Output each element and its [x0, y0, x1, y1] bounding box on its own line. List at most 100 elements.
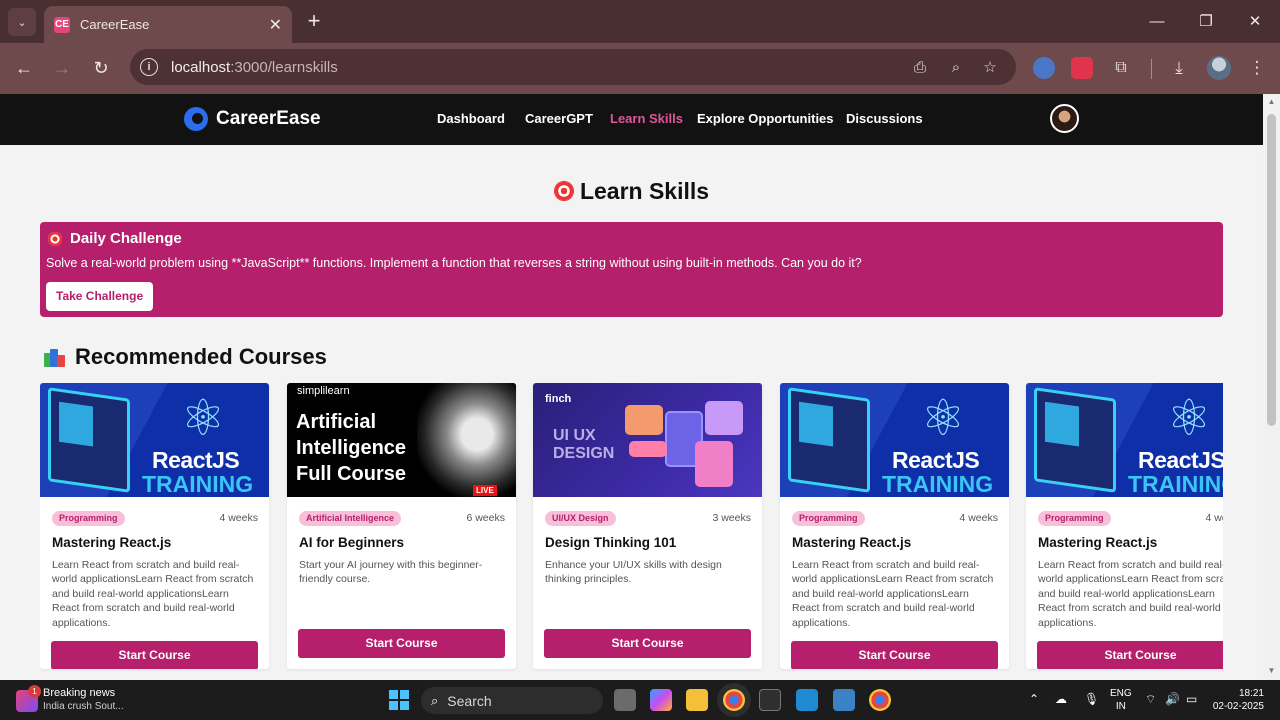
daily-challenge-card: Daily Challenge Solve a real-world probl… — [40, 222, 1223, 317]
tab-title: CareerEase — [80, 17, 150, 32]
tab-search-button[interactable]: ⌄ — [8, 8, 36, 36]
download-icon[interactable]: ⤓ — [1168, 57, 1190, 79]
course-description: Start your AI journey with this beginner… — [299, 559, 483, 586]
notepad-icon[interactable] — [833, 689, 855, 711]
url-text[interactable]: localhost:3000/learnskills — [171, 59, 338, 76]
course-title: Mastering React.js — [1038, 535, 1158, 550]
window-close-button[interactable]: ✕ — [1238, 8, 1272, 36]
new-tab-button[interactable]: + — [302, 10, 326, 34]
nav-explore-opportunities[interactable]: Explore Opportunities — [697, 111, 834, 126]
thumbnail-brand: finch — [545, 393, 572, 405]
course-description: Enhance your UI/UX skills with design th… — [545, 559, 722, 586]
nav-careergpt[interactable]: CareerGPT — [525, 111, 593, 126]
extension-icon[interactable] — [1071, 57, 1093, 79]
puzzle-icon[interactable]: ⧉ — [1110, 57, 1132, 79]
kebab-menu-icon[interactable]: ⋮ — [1246, 57, 1268, 79]
terminal-icon[interactable] — [759, 689, 781, 711]
news-title[interactable]: Breaking news — [43, 687, 115, 699]
page-scrollbar[interactable]: ▲ ▼ — [1263, 94, 1280, 680]
scroll-down-icon[interactable]: ▼ — [1267, 666, 1276, 675]
user-avatar[interactable] — [1050, 104, 1079, 133]
browser-tab-bar: ⌄ CE CareerEase ✕ + — ❐ ✕ — [0, 0, 1280, 43]
volume-icon[interactable]: 🔊 — [1165, 692, 1180, 706]
target-icon — [553, 181, 574, 201]
course-card: ⚛ ReactJS TRAINING Programming 4 weeks M… — [1026, 383, 1223, 669]
react-logo-icon: ⚛ — [1166, 390, 1212, 446]
back-button[interactable]: ← — [11, 55, 37, 81]
address-bar[interactable]: i localhost:3000/learnskills ⎙ ⌕ ☆ — [130, 49, 1016, 85]
course-duration: 4 weeks — [959, 512, 998, 524]
star-icon[interactable]: ☆ — [980, 58, 1000, 78]
course-card: ⚛ ReactJS TRAINING Programming 4 weeks M… — [40, 383, 269, 669]
start-course-button[interactable]: Start Course — [298, 629, 505, 658]
react-logo-icon: ⚛ — [180, 390, 226, 446]
scrollbar-thumb[interactable] — [1267, 114, 1276, 426]
course-description: Learn React from scratch and build real-… — [1038, 559, 1223, 629]
arrow-left-icon: ← — [15, 58, 33, 78]
course-title: AI for Beginners — [299, 535, 405, 550]
monitor-illustration — [788, 387, 870, 493]
take-challenge-button[interactable]: Take Challenge — [46, 282, 154, 311]
file-explorer-icon[interactable] — [686, 689, 708, 711]
thumbnail-title: ReactJS — [1138, 447, 1223, 473]
chrome-icon[interactable] — [723, 689, 745, 711]
page-title: Learn Skills — [0, 178, 1263, 205]
thumbnail-brand: simplilearn — [297, 385, 350, 397]
ui-card-illustration — [695, 441, 733, 487]
nav-dashboard[interactable]: Dashboard — [437, 111, 505, 126]
thumbnail-subtitle: TRAINING — [1128, 471, 1223, 497]
forward-button[interactable]: → — [49, 55, 75, 81]
system-clock[interactable]: 18:21 02-02-2025 — [1208, 687, 1264, 713]
info-icon[interactable]: i — [140, 58, 158, 76]
zoom-icon[interactable]: ⌕ — [946, 58, 966, 78]
course-card-body: Programming 4 weeks Mastering React.js L… — [40, 497, 269, 669]
install-app-icon[interactable]: ⎙ — [910, 58, 930, 78]
favicon-icon: CE — [54, 16, 70, 33]
news-subtitle[interactable]: India crush Sout... — [43, 701, 124, 712]
battery-icon[interactable]: ▭ — [1186, 692, 1197, 706]
app-navbar: CareerEase Dashboard CareerGPT Learn Ski… — [0, 94, 1263, 145]
reload-button[interactable]: ↻ — [88, 55, 114, 81]
copilot-icon[interactable] — [650, 689, 672, 711]
chevron-down-icon: ⌄ — [17, 16, 27, 29]
scroll-up-icon[interactable]: ▲ — [1267, 97, 1276, 106]
extension-icon[interactable] — [1033, 57, 1055, 79]
browser-tab[interactable]: CE CareerEase ✕ — [44, 6, 292, 43]
language-indicator[interactable]: ENG IN — [1110, 687, 1132, 713]
start-course-button[interactable]: Start Course — [791, 641, 998, 669]
close-icon[interactable]: ✕ — [269, 15, 282, 35]
challenge-heading: Daily Challenge — [48, 230, 182, 247]
chevron-up-icon[interactable]: ⌃ — [1029, 692, 1039, 706]
url-host: localhost — [171, 58, 231, 76]
taskbar-search[interactable]: ⌕ Search — [421, 687, 603, 714]
restore-button[interactable]: ❐ — [1189, 8, 1223, 36]
nav-discussions[interactable]: Discussions — [846, 111, 923, 126]
start-course-button[interactable]: Start Course — [1037, 641, 1223, 669]
monitor-illustration — [48, 387, 130, 493]
course-title: Mastering React.js — [792, 535, 912, 550]
search-icon: ⌕ — [431, 692, 439, 708]
microphone-icon[interactable]: 🎙 — [1084, 692, 1099, 706]
notification-badge: 1 — [28, 685, 41, 698]
course-card: simplilearn Artificial Intelligence Full… — [287, 383, 516, 669]
minimize-button[interactable]: — — [1140, 8, 1174, 36]
logo-icon — [184, 107, 208, 131]
robot-head-illustration — [417, 383, 516, 497]
thumbnail-title: ReactJS — [892, 447, 980, 473]
ui-card-illustration — [625, 405, 663, 435]
brand[interactable]: CareerEase — [184, 107, 321, 131]
wifi-icon[interactable]: ⌔ — [1145, 692, 1156, 707]
brand-name: CareerEase — [216, 108, 321, 129]
start-course-button[interactable]: Start Course — [51, 641, 258, 669]
task-view-icon[interactable] — [614, 689, 636, 711]
nav-learn-skills[interactable]: Learn Skills — [610, 111, 683, 126]
monitor-illustration — [1034, 387, 1116, 493]
windows-start-icon[interactable] — [389, 690, 409, 710]
cloud-icon[interactable]: ☁ — [1055, 692, 1067, 706]
vscode-icon[interactable] — [796, 689, 818, 711]
url-path: :3000/learnskills — [230, 58, 338, 76]
chrome-profile-icon[interactable] — [869, 689, 891, 711]
course-duration: 4 weeks — [1205, 512, 1223, 524]
profile-avatar[interactable] — [1207, 56, 1231, 80]
start-course-button[interactable]: Start Course — [544, 629, 751, 658]
